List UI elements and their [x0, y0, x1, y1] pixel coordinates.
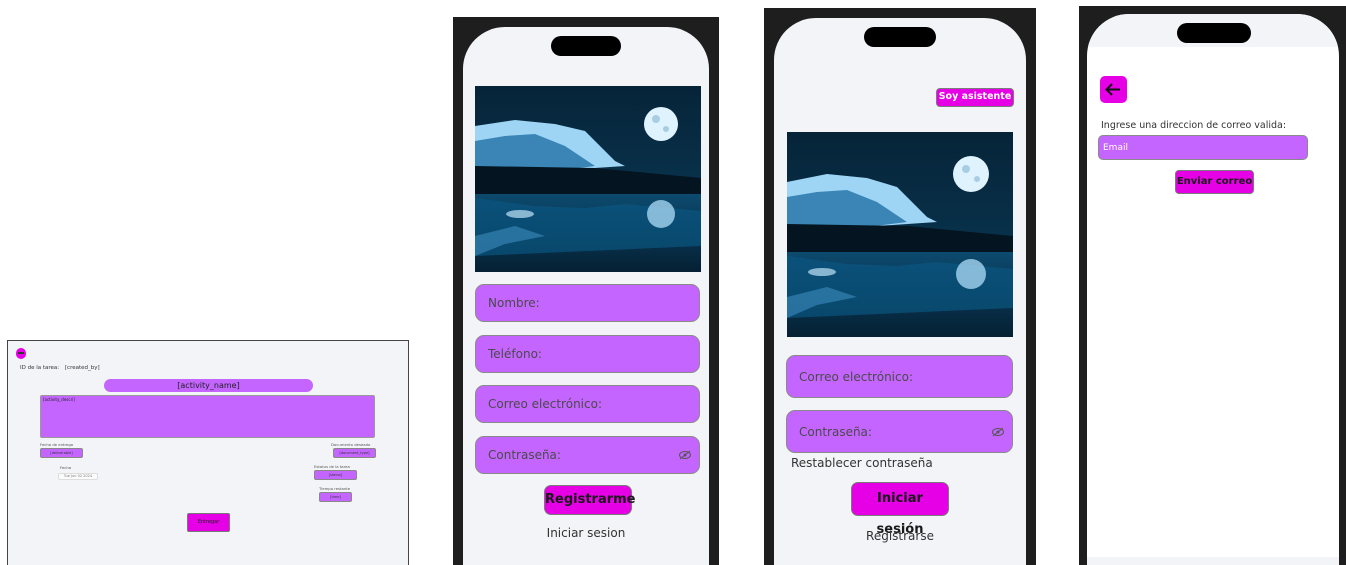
status-select[interactable]: [status] — [314, 470, 357, 480]
mountain-lake-moon-photo — [475, 86, 701, 272]
back-button[interactable] — [16, 348, 26, 359]
document-label: Documento deseado — [331, 442, 371, 447]
login-button[interactable]: Iniciar sesión — [851, 482, 949, 537]
email-placeholder: Correo electrónico: — [488, 397, 602, 411]
eye-off-icon[interactable] — [679, 450, 691, 460]
reset-instruction: Ingrese una direccion de correo valida: — [1101, 120, 1287, 131]
reset-phone: Ingrese una direccion de correo valida: … — [1079, 6, 1346, 565]
email-field[interactable]: Email — [1098, 135, 1308, 160]
register-button[interactable]: Registrarme — [544, 485, 636, 515]
assistant-button[interactable]: Soy asistente — [936, 88, 1014, 107]
phone-notch — [551, 36, 621, 56]
arrow-left-icon — [1105, 83, 1120, 96]
login-link[interactable]: Iniciar sesion — [463, 526, 709, 540]
reset-password-link[interactable]: Restablecer contraseña — [791, 456, 933, 470]
email-placeholder: Correo electrónico: — [799, 369, 913, 384]
task-detail-screen: ID de la tarea: [created_by] [activity_n… — [7, 340, 409, 565]
eye-off-icon[interactable] — [992, 427, 1004, 436]
date-input[interactable]: Tue Jun 02 2024 — [58, 473, 98, 480]
name-placeholder: Nombre: — [488, 296, 540, 310]
delivery-label: Fecha de entrega — [40, 442, 74, 447]
activity-name-field: [activity_name] — [104, 379, 313, 392]
password-placeholder: Contraseña: — [488, 448, 561, 462]
password-field[interactable]: Contraseña: — [475, 436, 700, 474]
stage: ID de la tarea: [created_by] [activity_n… — [0, 0, 1346, 565]
send-email-button[interactable]: Enviar correo — [1175, 170, 1254, 194]
submit-button[interactable]: Entregar — [187, 513, 230, 532]
phone-placeholder: Teléfono: — [488, 347, 542, 361]
name-field[interactable]: Nombre: — [475, 284, 700, 322]
register-link[interactable]: Registrarse — [774, 529, 1026, 543]
password-field[interactable]: Contraseña: — [786, 410, 1013, 453]
delivery-select[interactable]: [deliverable] — [40, 448, 83, 458]
created-by-value: [created_by] — [64, 365, 100, 371]
email-placeholder: Email — [1103, 142, 1128, 153]
activity-description-field[interactable]: [activity_descri] — [40, 395, 375, 438]
email-field[interactable]: Correo electrónico: — [786, 355, 1013, 398]
login-screen: Soy asistente Correo electrónico: Contra… — [774, 18, 1026, 565]
phone-notch — [1177, 23, 1251, 43]
phone-field[interactable]: Teléfono: — [475, 335, 700, 373]
password-placeholder: Contraseña: — [799, 424, 872, 439]
time-value: [time] — [319, 492, 352, 502]
register-phone: Nombre: Teléfono: Correo electrónico: Co… — [453, 17, 719, 565]
back-button[interactable] — [1100, 76, 1127, 103]
task-id-row: ID de la tarea: [created_by] — [20, 365, 104, 371]
document-select[interactable]: [document_type] — [333, 448, 376, 458]
register-screen: Nombre: Teléfono: Correo electrónico: Co… — [463, 27, 709, 565]
task-id-label: ID de la tarea: — [20, 365, 60, 371]
status-label: Estatus de la tarea — [314, 464, 350, 469]
bottom-bar — [1087, 557, 1339, 565]
email-field[interactable]: Correo electrónico: — [475, 385, 700, 423]
time-label: Tiempo restante — [319, 486, 351, 491]
login-phone: Soy asistente Correo electrónico: Contra… — [764, 8, 1036, 565]
date-label: Fecha — [60, 465, 72, 470]
reset-screen: Ingrese una direccion de correo valida: … — [1087, 14, 1339, 565]
mountain-lake-moon-photo — [787, 132, 1013, 337]
phone-notch — [864, 27, 936, 47]
